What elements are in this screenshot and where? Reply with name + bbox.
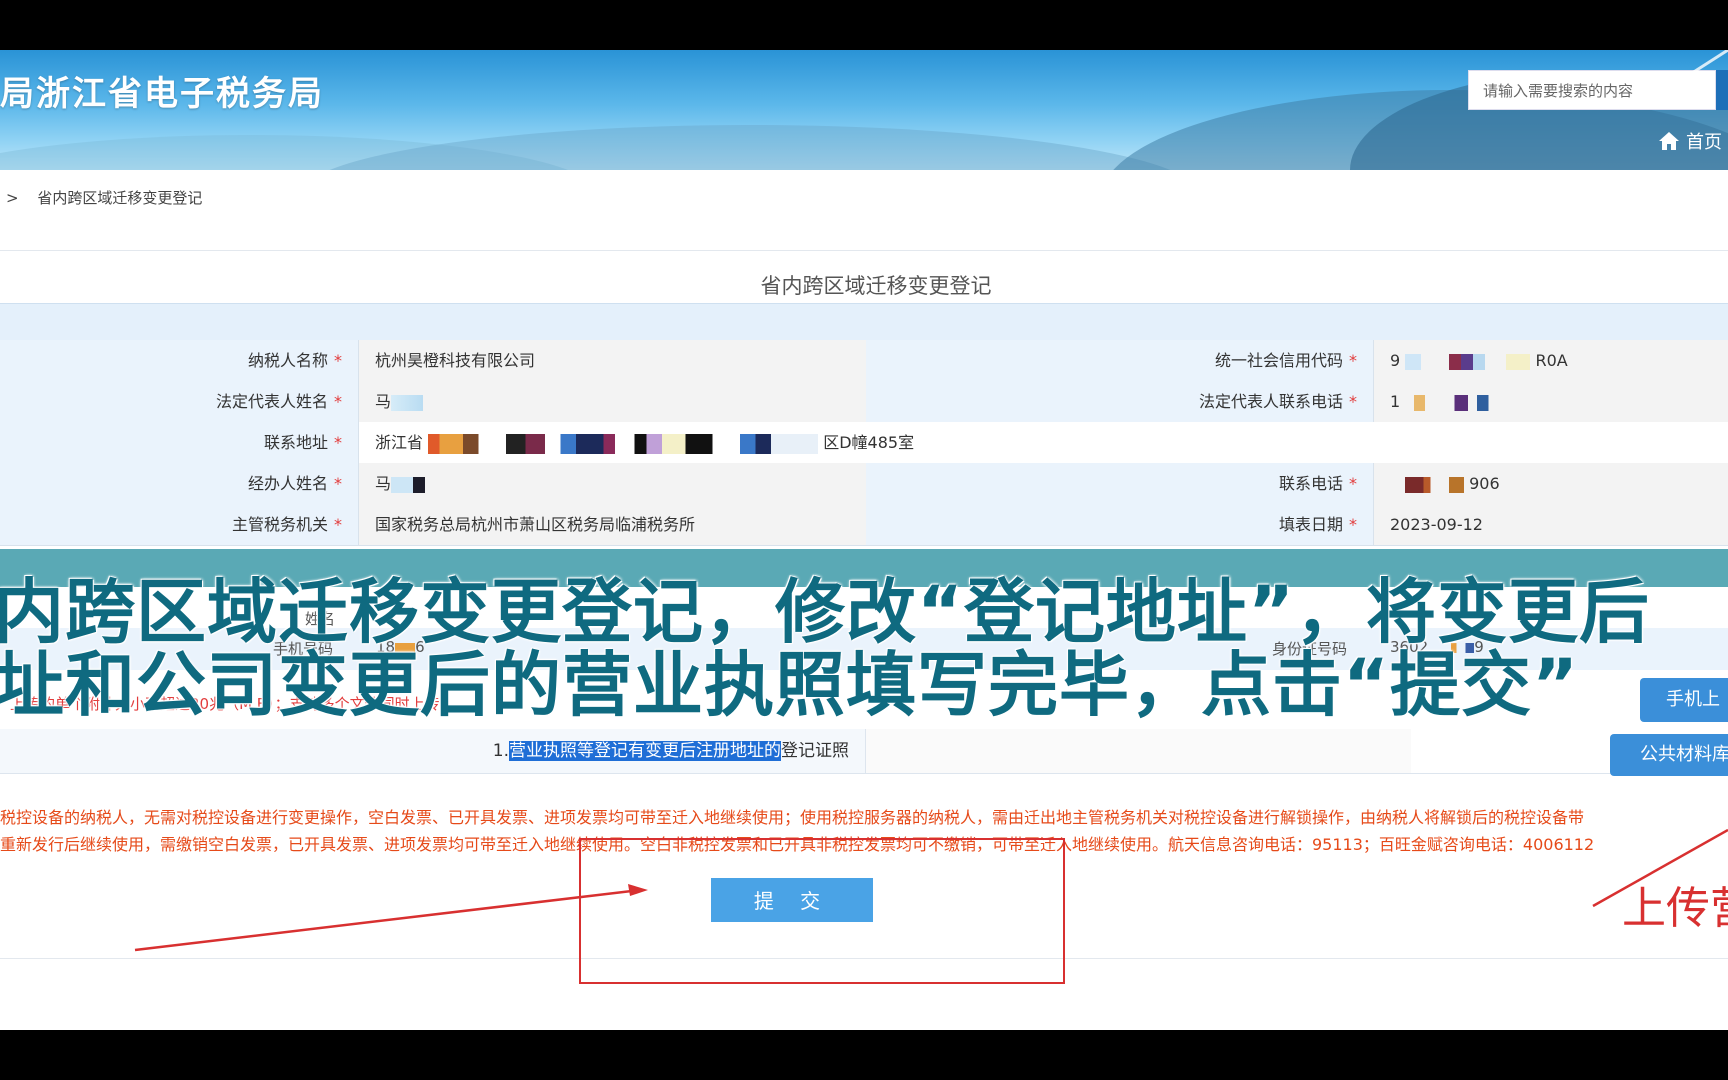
annotation-stroke-white xyxy=(1649,50,1728,102)
video-letterbox-top xyxy=(0,0,1728,50)
video-caption-line1: 内跨区域迁移变更登记，修改“登记地址”，将变更后 xyxy=(0,571,1651,653)
annotation-upload-text: 上传营 xyxy=(1622,883,1728,934)
annotation-arrow-left xyxy=(134,888,641,952)
video-letterbox-bottom xyxy=(0,1030,1728,1080)
annotation-arrows xyxy=(134,50,1728,952)
browser-viewport: 局浙江省电子税务局 请输入需要搜索的内容 首页 > 省内跨区域迁移变更登记 省内… xyxy=(0,50,1728,1030)
annotation-arrowhead xyxy=(628,884,648,896)
video-caption-line2: 址和公司变更后的营业执照填写完毕，点击“提交” xyxy=(0,644,1580,726)
